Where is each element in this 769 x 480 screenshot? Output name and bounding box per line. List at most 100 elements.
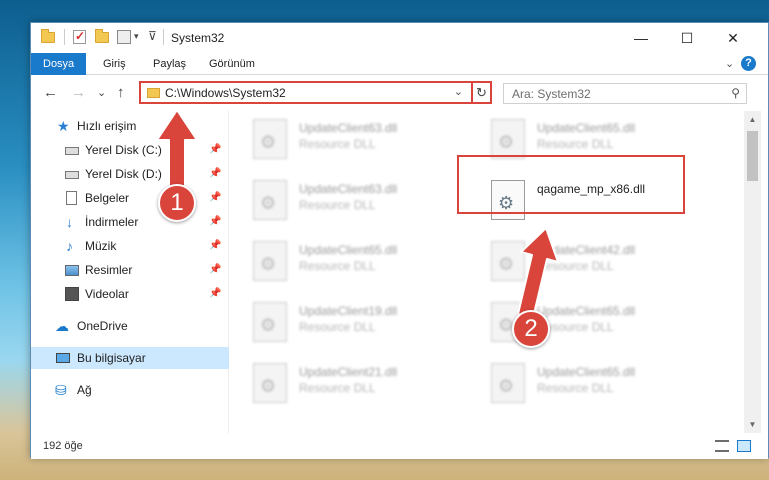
help-icon[interactable]: ? (741, 56, 756, 71)
sidebar-item-documents[interactable]: Belgeler 📌 (31, 187, 229, 209)
list-item[interactable]: ⚙ UpdateClient63.dll Resource DLL (229, 174, 455, 230)
file-name: UpdateClient65.dll (537, 365, 636, 379)
sidebar-item-label: Yerel Disk (C:) (85, 143, 162, 157)
list-item[interactable]: ⚙ UpdateClient65.dll Resource DLL (229, 235, 455, 291)
qa-dropdown-icon[interactable]: ▾ (134, 31, 139, 42)
file-name: UpdateClient63.dll (299, 182, 398, 196)
file-name: UpdateClient65.dll (299, 243, 398, 257)
sidebar-item-this-pc[interactable]: Bu bilgisayar (31, 347, 229, 369)
search-box[interactable]: Ara: System32 ⚲ (503, 83, 747, 104)
sidebar-item-label: Bu bilgisayar (77, 351, 146, 365)
address-path[interactable]: C:\Windows\System32 (165, 86, 286, 100)
details-view-icon[interactable] (715, 440, 729, 452)
pictures-icon (65, 265, 79, 276)
pin-icon[interactable]: 📌 (209, 235, 221, 257)
pin-icon[interactable]: 📌 (209, 163, 221, 185)
large-icons-view-icon[interactable] (737, 440, 751, 452)
title-bar: ▾ ⊽ System32 — ☐ ✕ (31, 23, 768, 53)
file-explorer-window: ▾ ⊽ System32 — ☐ ✕ Dosya Giriş Paylaş Gö… (30, 22, 769, 459)
list-item[interactable]: ⚙ UpdateClient65.dll Resource DLL (467, 296, 693, 352)
file-name: UpdateClient63.dll (299, 121, 398, 135)
sidebar-item-label: Müzik (85, 239, 117, 253)
up-button[interactable]: ↑ (117, 84, 125, 101)
ribbon-collapse-icon[interactable]: ⌄ (725, 57, 734, 70)
close-button[interactable]: ✕ (710, 23, 756, 53)
computer-icon (56, 353, 70, 363)
sidebar-item-music[interactable]: ♪ Müzik 📌 (31, 235, 229, 257)
maximize-button[interactable]: ☐ (664, 23, 710, 53)
sidebar-item-local-disk-c[interactable]: Yerel Disk (C:) 📌 (31, 139, 229, 161)
sidebar-item-label: Belgeler (85, 191, 130, 205)
sidebar-item-quick-access[interactable]: ★ Hızlı erişim (31, 115, 229, 137)
customize-icon[interactable] (117, 30, 131, 44)
folder-icon (41, 29, 55, 44)
list-item[interactable]: ⚙ UpdateClient42.dll Resource DLL (467, 235, 693, 291)
dll-file-icon: ⚙ (253, 363, 287, 403)
back-button[interactable]: ← (43, 84, 58, 101)
dll-file-icon: ⚙ (253, 119, 287, 159)
sidebar-item-downloads[interactable]: ↓ İndirmeler 📌 (31, 211, 229, 233)
scroll-down-icon[interactable]: ▼ (744, 416, 761, 433)
properties-icon[interactable] (73, 29, 87, 44)
sidebar-item-label: Videolar (85, 287, 129, 301)
recent-locations-button[interactable]: ⌄ (97, 86, 106, 99)
sidebar-item-label: OneDrive (77, 319, 128, 333)
navigation-bar: ← → ⌄ ↑ C:\Windows\System32 ⌄ ↻ Ara: Sys… (31, 75, 768, 111)
minimize-button[interactable]: — (618, 23, 664, 53)
sidebar-item-label: Hızlı erişim (77, 119, 137, 133)
list-item[interactable]: ⚙ UpdateClient63.dll Resource DLL (229, 113, 455, 169)
pin-icon[interactable]: 📌 (209, 139, 221, 161)
sidebar-item-label: Yerel Disk (D:) (85, 167, 162, 181)
star-icon: ★ (57, 118, 70, 134)
dll-file-icon: ⚙ (253, 180, 287, 220)
list-item[interactable]: ⚙ UpdateClient65.dll Resource DLL (467, 357, 693, 413)
file-type: Resource DLL (299, 320, 376, 334)
step-badge-1: 1 (158, 184, 196, 222)
window-title: System32 (171, 31, 225, 45)
scroll-up-icon[interactable]: ▲ (744, 111, 761, 128)
new-folder-icon[interactable] (95, 29, 109, 44)
videos-icon (65, 287, 79, 301)
pin-icon[interactable]: 📌 (209, 187, 221, 209)
dll-file-icon: ⚙ (253, 302, 287, 342)
tab-file[interactable]: Dosya (31, 53, 87, 75)
divider (64, 29, 65, 45)
list-item[interactable]: ⚙ UpdateClient21.dll Resource DLL (229, 357, 455, 413)
sidebar-item-videos[interactable]: Videolar 📌 (31, 283, 229, 305)
documents-icon (66, 191, 77, 205)
pin-icon[interactable]: 📌 (209, 259, 221, 281)
tab-share[interactable]: Paylaş (141, 53, 198, 75)
file-type: Resource DLL (299, 198, 376, 212)
downloads-icon: ↓ (66, 214, 73, 230)
tab-view[interactable]: Görünüm (197, 53, 267, 75)
sidebar-item-onedrive[interactable]: ☁ OneDrive (31, 315, 229, 337)
vertical-scrollbar[interactable]: ▲ ▼ (744, 111, 761, 433)
status-bar: 192 öğe (31, 433, 768, 459)
pin-icon[interactable]: 📌 (209, 211, 221, 233)
item-count: 192 öğe (43, 440, 83, 452)
folder-icon (147, 88, 160, 98)
address-dropdown-icon[interactable]: ⌄ (454, 85, 463, 98)
file-type: Resource DLL (537, 259, 614, 273)
file-name: UpdateClient65.dll (537, 121, 636, 135)
search-input[interactable]: Ara: System32 (512, 87, 591, 101)
disk-icon (65, 171, 79, 179)
file-type: Resource DLL (537, 381, 614, 395)
dll-file-icon: ⚙ (491, 363, 525, 403)
sidebar-item-local-disk-d[interactable]: Yerel Disk (D:) 📌 (31, 163, 229, 185)
step-badge-2: 2 (512, 310, 550, 348)
pin-icon[interactable]: 📌 (209, 283, 221, 305)
sidebar-item-network[interactable]: ⛁ Ağ (31, 379, 229, 401)
tab-home[interactable]: Giriş (91, 53, 138, 75)
search-icon[interactable]: ⚲ (731, 86, 740, 100)
disk-icon (65, 147, 79, 155)
scrollbar-thumb[interactable] (747, 131, 758, 181)
forward-button[interactable]: → (71, 84, 86, 101)
refresh-button[interactable]: ↻ (471, 81, 492, 104)
qa-overflow-icon[interactable]: ⊽ (148, 29, 157, 43)
divider (163, 29, 164, 45)
sidebar-item-pictures[interactable]: Resimler 📌 (31, 259, 229, 281)
dll-file-icon: ⚙ (253, 241, 287, 281)
address-bar[interactable]: C:\Windows\System32 ⌄ (139, 81, 491, 104)
list-item[interactable]: ⚙ UpdateClient19.dll Resource DLL (229, 296, 455, 352)
